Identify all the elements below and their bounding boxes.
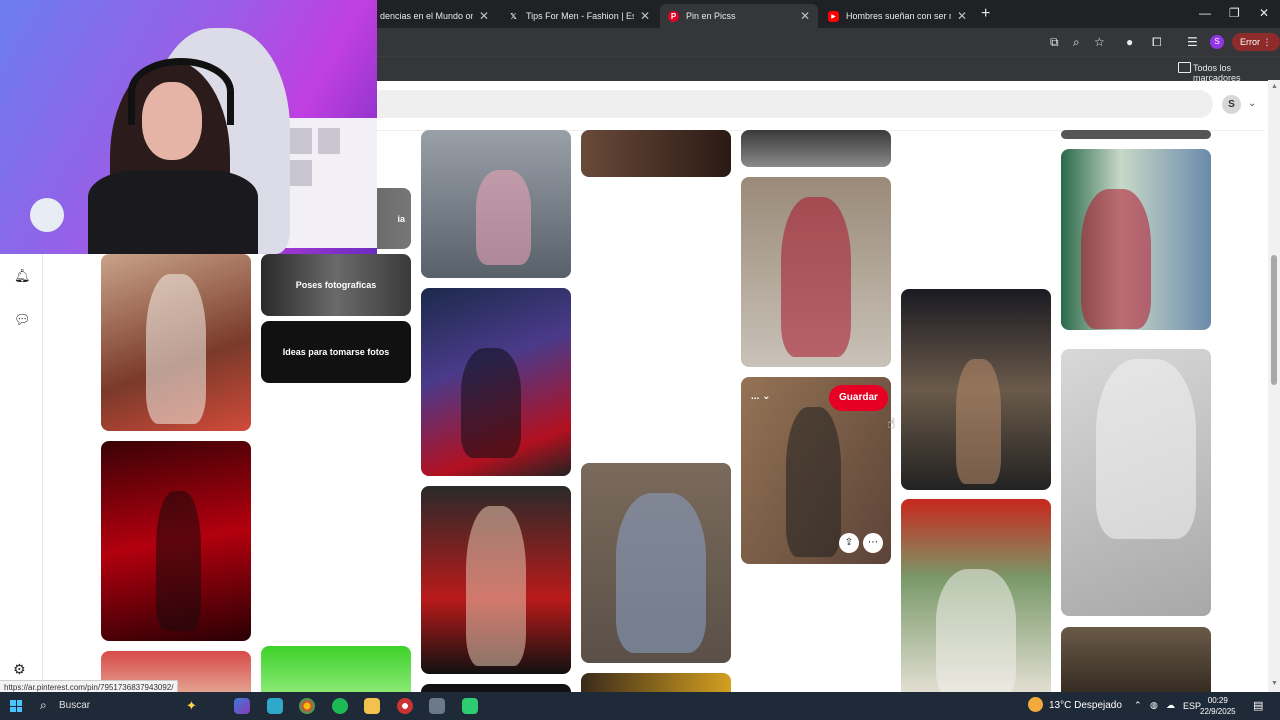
board-card[interactable]: Poses fotograficas (261, 254, 411, 316)
close-icon[interactable]: ✕ (479, 9, 489, 23)
avatar[interactable]: S (1222, 95, 1241, 114)
cloud-icon[interactable]: ☁ (1166, 700, 1175, 711)
search-icon[interactable]: ⌕ (40, 698, 47, 713)
close-icon[interactable]: ✕ (957, 9, 967, 23)
app-icon[interactable] (267, 698, 283, 714)
clock-time: 00:29 (1207, 696, 1228, 705)
pin-card[interactable] (421, 288, 571, 476)
close-icon[interactable]: ✕ (800, 9, 810, 23)
spotify-icon[interactable] (332, 698, 348, 714)
chrome-icon[interactable] (299, 698, 315, 714)
extensions-puzzle-icon[interactable]: ⧠ (1152, 35, 1162, 49)
chevron-down-icon[interactable]: ⌄ (1248, 98, 1256, 109)
pin-card[interactable] (901, 289, 1051, 490)
restore-icon[interactable]: ❐ (1229, 6, 1240, 20)
pin-card[interactable] (421, 130, 571, 278)
messages-icon[interactable]: 💬︎ (14, 312, 31, 328)
app-icon[interactable] (462, 698, 478, 714)
tab-tips-for-men[interactable]: 𝕏 Tips For Men - Fashion | Essenti ✕ (500, 4, 658, 28)
chrome-profile-icon[interactable] (397, 698, 413, 714)
notifications-bell-icon[interactable]: 🔔︎ (14, 268, 31, 284)
file-explorer-icon[interactable] (364, 698, 380, 714)
clock-date: 22/9/2025 (1200, 707, 1236, 716)
scroll-down-icon[interactable]: ▼ (1271, 680, 1278, 687)
copilot-sparkle-icon[interactable]: ✦ (186, 698, 202, 714)
tab-title: Hombres sueñan con ser masc (846, 11, 951, 21)
pin-card[interactable] (1061, 349, 1211, 616)
headset (128, 58, 234, 125)
settings-gear-icon[interactable]: ⚙ (13, 661, 26, 678)
weather-moon-icon (1028, 697, 1043, 712)
pin-card[interactable] (1061, 149, 1211, 330)
zoom-icon[interactable]: ⌕ (1073, 35, 1080, 49)
close-window-icon[interactable]: ✕ (1259, 6, 1269, 20)
new-tab-button[interactable]: + (981, 5, 990, 23)
pin-card[interactable] (261, 646, 411, 692)
chevron-down-icon: ⌄ (762, 391, 771, 402)
pin-card[interactable] (1061, 627, 1211, 692)
windows-start-icon[interactable] (10, 700, 22, 712)
taskbar-search[interactable]: Buscar (59, 700, 90, 711)
weather-text[interactable]: 13°C Despejado (1049, 700, 1122, 711)
board-label: Ideas para tomarse fotos (282, 347, 390, 357)
pin-card[interactable] (901, 499, 1051, 692)
pin-card[interactable] (101, 254, 251, 431)
scroll-up-icon[interactable]: ▲ (1271, 83, 1278, 90)
error-label: Error (1240, 37, 1260, 47)
error-button[interactable]: Error ⋮ (1232, 33, 1280, 51)
share-icon[interactable]: ⇪ (839, 533, 859, 553)
page-scrollbar[interactable]: ▲ ▼ (1268, 80, 1280, 692)
tab-x-trends[interactable]: dencias en el Mundo on X: ✕ (372, 4, 497, 28)
board-card[interactable]: Ideas para tomarse fotos (261, 321, 411, 383)
folder-icon (1178, 62, 1191, 73)
tab-title: dencias en el Mundo on X: (380, 11, 473, 21)
network-icon[interactable]: ◍ (1150, 700, 1158, 711)
hand-cursor-icon: ☝ (887, 415, 896, 431)
clock[interactable]: 00:29 22/9/2025 (1200, 695, 1236, 717)
pin-card[interactable] (101, 441, 251, 641)
scrollbar-thumb[interactable] (1271, 255, 1277, 385)
pin-card[interactable] (741, 130, 891, 167)
tab-youtube[interactable]: ▶ Hombres sueñan con ser masc ✕ (820, 4, 975, 28)
all-bookmarks-link[interactable]: Todos los marcadores (1193, 63, 1280, 83)
copilot-icon[interactable] (234, 698, 250, 714)
x-logo-icon: 𝕏 (510, 11, 517, 21)
pin-card[interactable] (581, 130, 731, 177)
pin-card[interactable] (741, 177, 891, 367)
youtube-icon: ▶ (828, 10, 839, 22)
pin-card[interactable] (581, 463, 731, 663)
notifications-icon[interactable]: ▤ (1253, 699, 1263, 712)
pin-card[interactable] (421, 684, 571, 692)
save-button[interactable]: Guardar (829, 385, 888, 411)
pin-card[interactable] (1061, 130, 1211, 139)
minimize-icon[interactable]: — (1199, 6, 1211, 20)
board-selector[interactable]: ... ⌄ (751, 391, 771, 402)
close-icon[interactable]: ✕ (640, 9, 650, 23)
bookmark-star-icon[interactable]: ☆ (1094, 35, 1105, 49)
board-label: Poses fotograficas (295, 280, 377, 290)
install-app-icon[interactable]: ⧉ (1050, 35, 1059, 49)
board-selector-label: ... (751, 391, 760, 402)
extension-color-icon[interactable]: ● (1126, 35, 1133, 49)
pinterest-icon: P (668, 10, 679, 22)
tab-pin-en-picss[interactable]: P Pin en Picss ✕ (660, 4, 818, 28)
astronaut-figure (30, 198, 64, 232)
tab-title: Pin en Picss (686, 11, 736, 21)
pin-card[interactable] (581, 673, 731, 692)
tab-title: Tips For Men - Fashion | Essenti (526, 11, 634, 21)
pin-card[interactable] (421, 486, 571, 674)
chevron-up-icon[interactable]: ⌃ (1134, 700, 1142, 711)
reading-list-icon[interactable]: ☰ (1187, 35, 1198, 49)
pin-card-hovered[interactable]: ... ⌄ Guardar ⇪ ⋯ (741, 377, 891, 564)
taskbar: ⌕ Buscar ✦ 13°C Despejado ⌃ ◍ ☁ ESP 00:2… (0, 692, 1280, 720)
app-icon[interactable] (429, 698, 445, 714)
more-options-icon[interactable]: ⋯ (863, 533, 883, 553)
webcam-overlay (0, 0, 377, 254)
browser-profile-avatar[interactable]: S (1210, 35, 1224, 49)
language-indicator[interactable]: ESP (1183, 701, 1201, 711)
